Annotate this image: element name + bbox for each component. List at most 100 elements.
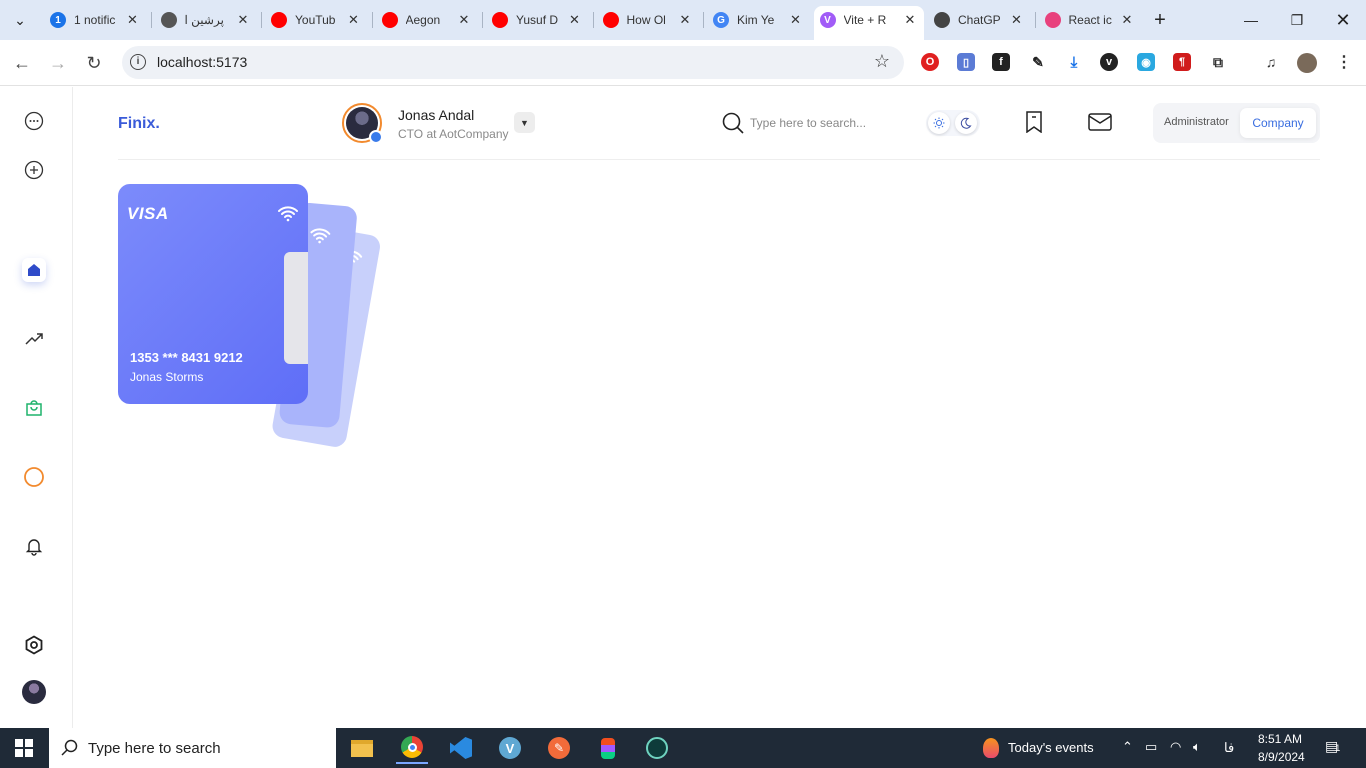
reload-button[interactable]: ↻ bbox=[81, 50, 107, 76]
browser-tab[interactable]: G Kim Ye ✕ bbox=[707, 6, 810, 34]
taskbar-search[interactable]: Type here to search bbox=[49, 728, 336, 768]
role-company[interactable]: Company bbox=[1240, 108, 1316, 138]
user-dropdown-button[interactable]: ▼ bbox=[514, 112, 535, 133]
user-avatar[interactable] bbox=[342, 103, 383, 144]
extension-eyedropper-icon[interactable]: ✎ bbox=[1029, 53, 1047, 71]
battery-icon[interactable]: ▭ bbox=[1145, 739, 1157, 755]
extension-vd-icon[interactable]: v bbox=[1100, 53, 1118, 71]
vscode-icon[interactable] bbox=[445, 732, 477, 764]
wifi-tray-icon[interactable]: ◠ bbox=[1170, 739, 1181, 755]
mail-icon[interactable] bbox=[1087, 109, 1113, 135]
back-button[interactable]: ← bbox=[9, 50, 35, 76]
browser-profile-avatar[interactable] bbox=[1297, 53, 1317, 73]
home-icon[interactable] bbox=[22, 258, 46, 282]
hidden-icons-chevron[interactable]: ⌃ bbox=[1122, 739, 1133, 755]
today-events[interactable]: Today's events bbox=[1008, 740, 1094, 755]
search-input[interactable]: Type here to search... bbox=[750, 116, 866, 130]
taskbar-search-input[interactable]: Type here to search bbox=[88, 740, 221, 757]
tab-title: ChatGP bbox=[958, 13, 1001, 27]
close-tab-icon[interactable]: ✕ bbox=[125, 12, 141, 28]
notification-center-icon[interactable]: ▤1 bbox=[1325, 738, 1340, 755]
chrome-icon[interactable] bbox=[396, 732, 428, 764]
more-icon[interactable] bbox=[22, 109, 46, 133]
extension-opera-icon[interactable]: O bbox=[921, 53, 939, 71]
profile-avatar[interactable] bbox=[22, 680, 46, 704]
windows-start-icon[interactable] bbox=[8, 732, 40, 764]
forward-button[interactable]: → bbox=[45, 50, 71, 76]
close-tab-icon[interactable]: ✕ bbox=[346, 12, 362, 28]
browser-tab[interactable]: Yusuf D ✕ bbox=[486, 6, 589, 34]
language-indicator[interactable]: فا bbox=[1224, 740, 1234, 756]
theme-toggle[interactable] bbox=[926, 110, 980, 136]
browser-tab[interactable]: Aegon ✕ bbox=[376, 6, 479, 34]
tab-separator bbox=[482, 12, 483, 28]
wifi-icon bbox=[278, 206, 298, 222]
tab-title: Vite + R bbox=[843, 13, 887, 27]
circle-icon[interactable] bbox=[22, 465, 46, 489]
settings-icon[interactable] bbox=[22, 633, 46, 657]
app-icon[interactable] bbox=[641, 732, 673, 764]
restore-button[interactable]: ❐ bbox=[1274, 0, 1320, 40]
browser-tab[interactable]: ChatGP ✕ bbox=[928, 6, 1031, 34]
close-tab-icon[interactable]: ✕ bbox=[567, 12, 583, 28]
close-tab-icon[interactable]: ✕ bbox=[677, 12, 693, 28]
bell-icon[interactable] bbox=[22, 534, 46, 558]
close-tab-icon[interactable]: ✕ bbox=[902, 12, 918, 28]
minimize-button[interactable]: — bbox=[1228, 0, 1274, 40]
address-bar[interactable]: i localhost:5173 ☆ bbox=[122, 46, 904, 79]
trending-icon[interactable] bbox=[22, 327, 46, 351]
media-control-icon[interactable]: ♫ bbox=[1262, 53, 1280, 71]
tab-separator bbox=[261, 12, 262, 28]
new-tab-button[interactable]: + bbox=[1140, 0, 1180, 40]
close-window-button[interactable]: ✕ bbox=[1320, 0, 1366, 40]
sun-icon[interactable] bbox=[928, 112, 950, 134]
extension-idm-icon[interactable]: ¶ bbox=[1173, 53, 1191, 71]
role-administrator[interactable]: Administrator bbox=[1164, 116, 1229, 128]
youtube-icon bbox=[381, 12, 398, 28]
site-info-icon[interactable]: i bbox=[130, 54, 146, 70]
search-icon[interactable] bbox=[721, 111, 745, 135]
browser-tab[interactable]: پرشین ا ✕ bbox=[155, 6, 258, 34]
vivaldi-icon[interactable]: V bbox=[494, 732, 526, 764]
browser-tab[interactable]: YouTub ✕ bbox=[265, 6, 368, 34]
browser-tab[interactable]: V Vite + R ✕ bbox=[813, 6, 924, 40]
tab-title: React ic bbox=[1068, 13, 1112, 27]
extension-translate-icon[interactable]: ▯ bbox=[957, 53, 975, 71]
brand-logo[interactable]: Finix. bbox=[118, 115, 160, 133]
tab-search-icon[interactable]: ⌄ bbox=[0, 0, 40, 40]
volume-icon[interactable]: 🔈︎ bbox=[1193, 739, 1201, 755]
events-icon[interactable] bbox=[975, 732, 1007, 764]
figma-icon[interactable] bbox=[592, 732, 624, 764]
bookmark-icon[interactable] bbox=[1021, 109, 1047, 135]
credit-card[interactable]: VISA 1353 *** 8431 9212 Jonas Storms bbox=[118, 184, 308, 404]
add-icon[interactable] bbox=[22, 158, 46, 182]
card-stack[interactable]: VISA 1353 *** 8431 9212 Jonas Storms bbox=[118, 184, 398, 454]
close-tab-icon[interactable]: ✕ bbox=[1119, 12, 1135, 28]
extensions-puzzle-icon[interactable]: ⧉ bbox=[1209, 53, 1227, 71]
windows-taskbar: Type here to search V ✎ Today's events ⌃… bbox=[0, 728, 1366, 768]
bookmark-star-icon[interactable]: ☆ bbox=[874, 51, 890, 72]
clock-date[interactable]: 8/9/2024 bbox=[1258, 750, 1305, 764]
clock-time[interactable]: 8:51 AM bbox=[1258, 732, 1302, 746]
file-explorer-icon[interactable] bbox=[346, 732, 378, 764]
notification-icon: 1 bbox=[50, 12, 66, 28]
search-icon bbox=[61, 739, 78, 756]
moon-icon[interactable] bbox=[955, 112, 977, 134]
close-tab-icon[interactable]: ✕ bbox=[788, 12, 804, 28]
shopping-bag-icon[interactable] bbox=[22, 396, 46, 420]
close-tab-icon[interactable]: ✕ bbox=[456, 12, 472, 28]
notification-count: 1 bbox=[1335, 743, 1341, 753]
postman-icon[interactable]: ✎ bbox=[543, 732, 575, 764]
browser-menu-icon[interactable]: ⋮ bbox=[1335, 53, 1353, 71]
browser-tab[interactable]: 1 1 notific ✕ bbox=[44, 6, 147, 34]
extension-screenshot-icon[interactable]: ◉ bbox=[1137, 53, 1155, 71]
search-box[interactable]: Type here to search... bbox=[721, 110, 891, 136]
close-tab-icon[interactable]: ✕ bbox=[1009, 12, 1025, 28]
browser-tab[interactable]: React ic ✕ bbox=[1039, 6, 1142, 34]
close-tab-icon[interactable]: ✕ bbox=[235, 12, 251, 28]
extension-download-icon[interactable]: ⤓ bbox=[1065, 53, 1083, 71]
browser-tab[interactable]: How Ol ✕ bbox=[597, 6, 700, 34]
extension-font-icon[interactable]: f bbox=[992, 53, 1010, 71]
url-text[interactable]: localhost:5173 bbox=[157, 54, 247, 70]
tab-title: YouTub bbox=[295, 13, 336, 27]
